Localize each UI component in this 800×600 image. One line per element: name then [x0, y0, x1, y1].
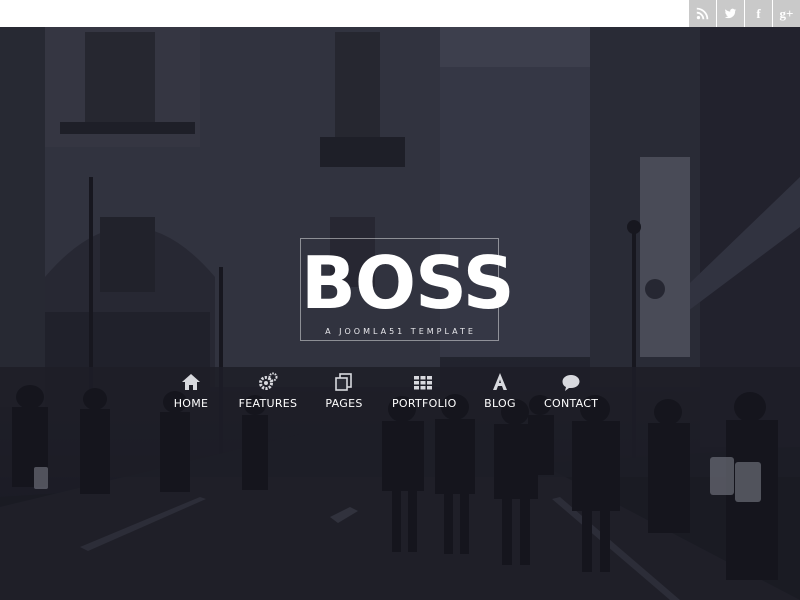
logo-title: BOSS: [301, 241, 515, 325]
menu-item-features[interactable]: FEATURES: [236, 372, 300, 417]
menu-item-portfolio[interactable]: PORTFOLIO: [392, 372, 457, 417]
google-plus-icon: g+: [779, 5, 794, 21]
menu-item-contact[interactable]: CONTACT: [544, 372, 598, 417]
google-plus-button[interactable]: g+: [773, 0, 800, 27]
menu-label-portfolio: PORTFOLIO: [392, 397, 457, 410]
menu-item-home[interactable]: HOME: [170, 372, 212, 417]
top-bar: f g+: [0, 0, 800, 27]
menu-label-contact: CONTACT: [544, 397, 599, 410]
site-logo[interactable]: BOSS A JOOMLA51 TEMPLATE: [300, 238, 515, 341]
grid-icon: [392, 372, 454, 394]
menu-item-blog[interactable]: BLOG: [480, 372, 520, 417]
menu-label-home: HOME: [173, 397, 209, 410]
facebook-button[interactable]: f: [745, 0, 772, 27]
menu-label-features: FEATURES: [238, 397, 298, 410]
facebook-icon: f: [756, 5, 761, 21]
rss-icon: [696, 7, 709, 20]
menu-label-blog: BLOG: [484, 397, 516, 410]
menu-item-pages[interactable]: PAGES: [322, 372, 366, 417]
hero-banner: BOSS A JOOMLA51 TEMPLATE HOME FEATURES P…: [0, 27, 800, 600]
twitter-icon: [724, 8, 737, 19]
chat-bubble-icon: [544, 372, 598, 394]
font-icon: [480, 372, 520, 394]
home-icon: [170, 372, 212, 394]
main-menu: HOME FEATURES PAGES PORTFOLIO BLOG CONTA…: [160, 372, 620, 417]
logo-subtitle: A JOOMLA51 TEMPLATE: [325, 327, 476, 336]
gears-icon: [236, 372, 300, 394]
menu-label-pages: PAGES: [325, 397, 363, 410]
social-links: f g+: [688, 0, 800, 27]
twitter-button[interactable]: [717, 0, 744, 27]
rss-button[interactable]: [689, 0, 716, 27]
pages-icon: [322, 372, 366, 394]
